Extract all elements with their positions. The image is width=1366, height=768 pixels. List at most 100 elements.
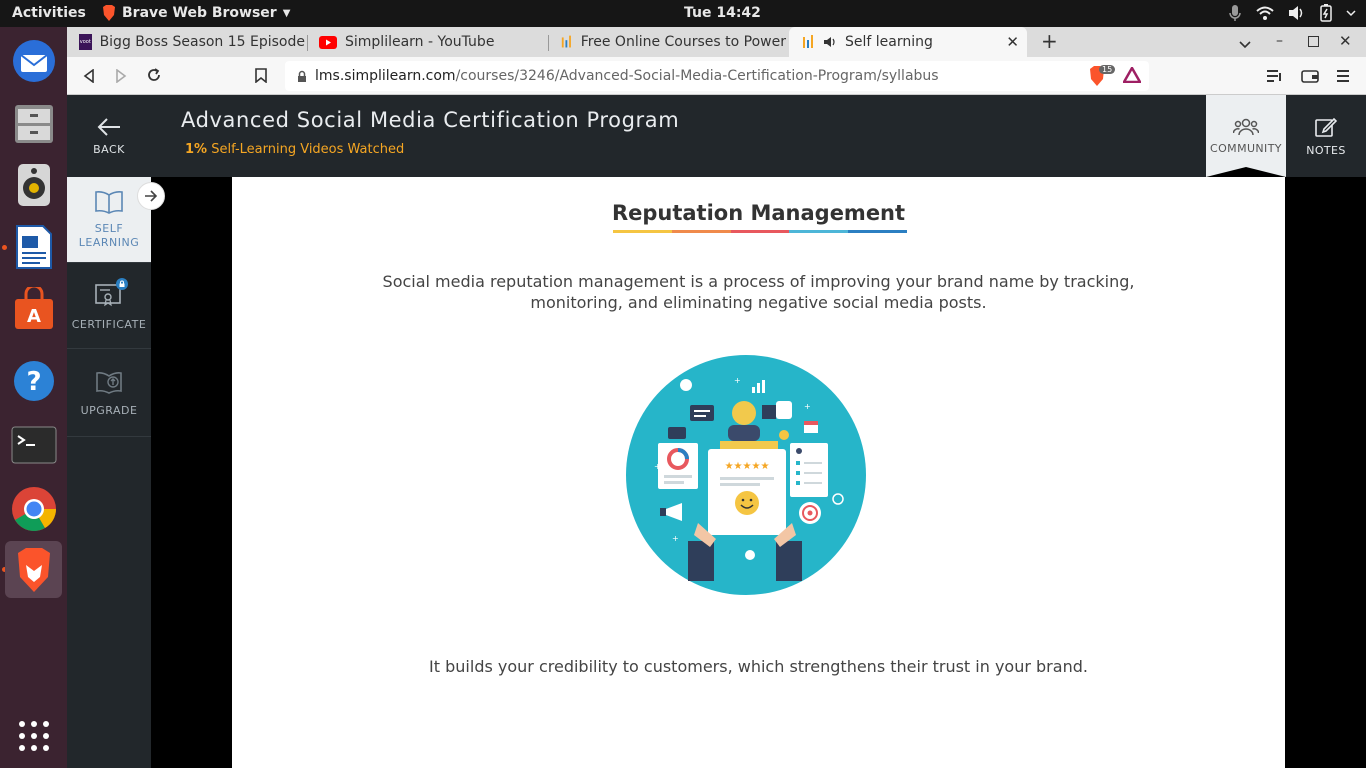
volume-icon [1289, 6, 1303, 20]
underline-segment [730, 230, 790, 233]
svg-text:?: ? [26, 367, 41, 397]
community-button[interactable]: COMMUNITY [1206, 95, 1286, 177]
person-head [732, 401, 756, 425]
close-window-button[interactable]: ✕ [1339, 32, 1352, 50]
wallet-button[interactable] [1301, 68, 1319, 87]
url-field[interactable]: lms.simplilearn.com/courses/3246/Advance… [285, 61, 1149, 91]
svg-text:★★★★★: ★★★★★ [725, 461, 770, 472]
tab-strip: voot Bigg Boss Season 15 Episode Simplil… [67, 27, 1366, 57]
svg-text:+: + [654, 462, 661, 471]
tab-self-learning[interactable]: Self learning ✕ [789, 27, 1027, 57]
close-tab-icon[interactable]: ✕ [1006, 33, 1019, 51]
reload-button[interactable] [146, 67, 162, 87]
tab-free-courses[interactable]: Free Online Courses to Power [548, 27, 786, 57]
progress-status: 1% Self-Learning Videos Watched [185, 142, 404, 157]
lesson-slide: Reputation Management Social media reput… [232, 177, 1285, 768]
shopping-bag-icon: A [14, 286, 53, 329]
clock[interactable]: Tue 14:42 [684, 5, 761, 21]
terminal-launcher[interactable] [5, 416, 62, 473]
nav-label-line1: SELF [94, 221, 124, 235]
activities-button[interactable]: Activities [12, 5, 86, 21]
notes-button[interactable]: NOTES [1286, 95, 1366, 177]
file-cabinet-icon [14, 104, 53, 143]
chrome-launcher[interactable] [5, 480, 62, 537]
tab-youtube[interactable]: Simplilearn - YouTube [307, 27, 545, 57]
arrow-right-icon [145, 190, 158, 202]
system-tray[interactable] [1228, 4, 1356, 22]
svg-text:+: + [672, 534, 679, 543]
app-name: Brave Web Browser [122, 5, 277, 21]
terminal-icon [11, 426, 56, 463]
open-book-icon [95, 190, 123, 214]
course-title: Advanced Social Media Certification Prog… [181, 108, 680, 132]
back-label: BACK [93, 142, 125, 156]
thunderbird-launcher[interactable] [5, 32, 62, 89]
lock-badge-icon [116, 277, 128, 290]
media-queue-button[interactable] [1267, 68, 1283, 87]
minimize-window-button[interactable]: – [1276, 33, 1283, 49]
browser-menu-button[interactable] [1337, 68, 1349, 87]
svg-text:A: A [27, 306, 41, 327]
battery-icon [1320, 4, 1332, 22]
underline-segment [671, 230, 731, 233]
chrome-icon [11, 486, 56, 531]
power-menu-chevron-icon [1346, 10, 1356, 17]
tab-voot[interactable]: voot Bigg Boss Season 15 Episode [67, 27, 305, 57]
software-launcher[interactable]: A [5, 280, 62, 337]
files-launcher[interactable] [5, 94, 62, 151]
tab-label: Bigg Boss Season 15 Episode [99, 34, 305, 50]
tab-label: Simplilearn - YouTube [345, 34, 495, 50]
nav-label: CERTIFICATE [71, 317, 147, 331]
svg-text:+: + [734, 376, 741, 385]
wifi-icon [1256, 6, 1274, 20]
help-launcher[interactable]: ? [5, 352, 62, 409]
wallet-icon [1301, 70, 1319, 83]
brave-lion-icon [17, 547, 50, 592]
nav-certificate[interactable]: CERTIFICATE [67, 263, 151, 349]
bookmark-button[interactable] [255, 68, 267, 87]
lock-icon [298, 70, 306, 82]
upgrade-book-icon [96, 372, 122, 394]
community-label: COMMUNITY [1210, 141, 1282, 155]
url-path: /courses/3246/Advanced-Social-Media-Cert… [455, 68, 939, 84]
show-applications-button[interactable] [5, 707, 62, 764]
ubuntu-dock: A ? [0, 27, 67, 768]
rewards-triangle-icon [1121, 65, 1143, 84]
forward-nav-button[interactable] [115, 68, 127, 87]
simplilearn-favicon-icon [561, 35, 571, 48]
thunderbird-icon [12, 39, 55, 82]
hamburger-menu-icon [1337, 70, 1349, 82]
playlist-icon [1267, 70, 1281, 82]
progress-percent: 1% [185, 142, 208, 157]
maximize-window-button[interactable] [1308, 36, 1319, 47]
writer-launcher[interactable] [5, 218, 62, 275]
brave-launcher[interactable] [5, 541, 62, 598]
tab-label: Free Online Courses to Power [580, 34, 786, 50]
voot-favicon-icon: voot [79, 34, 92, 50]
new-tab-button[interactable]: + [1041, 29, 1058, 53]
brave-lion-icon [103, 5, 115, 21]
back-button[interactable]: BACK [67, 95, 151, 177]
brave-rewards-button[interactable] [1121, 65, 1143, 87]
brave-shields-button[interactable]: 15 [1088, 65, 1116, 90]
tab-search-chevron-icon[interactable] [1239, 34, 1251, 53]
notes-label: NOTES [1306, 143, 1346, 157]
navigation-toolbar: lms.simplilearn.com/courses/3246/Advance… [67, 57, 1366, 95]
expand-sidebar-button[interactable] [137, 182, 165, 210]
nav-label-line2: LEARNING [78, 235, 140, 249]
smiley-face [735, 491, 759, 515]
system-top-bar: Activities Brave Web Browser ▼ Tue 14:42 [0, 0, 1366, 27]
rhythmbox-launcher[interactable] [5, 156, 62, 213]
slide-paragraph-1: Social media reputation management is a … [382, 272, 1135, 312]
app-menu[interactable]: Brave Web Browser ▼ [102, 5, 290, 21]
nav-label: UPGRADE [80, 404, 138, 417]
shields-count-badge: 15 [1099, 65, 1116, 74]
course-header: BACK Advanced Social Media Certification… [67, 95, 1366, 177]
audio-playing-icon [824, 37, 835, 47]
microphone-icon [1229, 5, 1241, 21]
back-nav-button[interactable] [83, 68, 95, 87]
slide-title: Reputation Management [611, 201, 906, 225]
nav-upgrade[interactable]: UPGRADE [67, 351, 151, 437]
url-host: lms.simplilearn.com [315, 68, 456, 84]
title-underline [613, 230, 907, 233]
